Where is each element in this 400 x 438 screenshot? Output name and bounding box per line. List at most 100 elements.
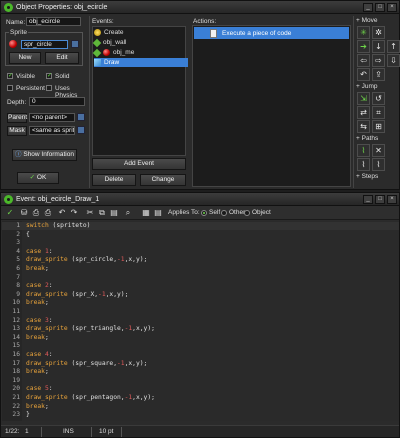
code-window-titlebar[interactable]: Event: obj_ecircle_Draw_1 _ □ ×	[1, 193, 399, 206]
reverse-horizontal-icon[interactable]: ⇨	[372, 54, 385, 67]
code-line[interactable]: 4 case 1:	[2, 248, 399, 256]
maximize-icon[interactable]: □	[375, 3, 385, 12]
mask-field[interactable]: <same as sprite>	[29, 126, 75, 135]
event-item-obj-wall[interactable]: obj_wall	[92, 38, 188, 47]
jump-to-start-icon[interactable]: ↺	[372, 92, 385, 105]
undo-icon[interactable]: ↶	[57, 208, 67, 218]
code-line[interactable]: 21 draw_sprite (spr_pentagon,-1,x,y);	[2, 394, 399, 402]
minimize-icon[interactable]: _	[363, 195, 373, 204]
visible-label: Visible	[16, 73, 36, 80]
path-speed-icon[interactable]: ⌇	[372, 158, 385, 171]
code-line[interactable]: 6 break;	[2, 265, 399, 273]
code-line[interactable]: 7	[2, 274, 399, 282]
delete-event-button[interactable]: Delete	[92, 174, 136, 186]
code-line[interactable]: 20 case 5:	[2, 385, 399, 393]
event-item-obj-me[interactable]: obj_me	[92, 48, 188, 57]
save-icon[interactable]: ⎙	[31, 208, 41, 218]
code-line[interactable]: 12 case 3:	[2, 317, 399, 325]
code-line[interactable]: 14 break;	[2, 334, 399, 342]
depth-field[interactable]: 0	[29, 97, 85, 106]
applies-to-other-radio[interactable]	[221, 210, 227, 216]
parent-picker-icon[interactable]	[77, 113, 85, 121]
move-towards-icon[interactable]: ➔	[357, 40, 370, 53]
paste-icon[interactable]: ▤	[109, 208, 119, 218]
set-path-icon[interactable]: ⌇	[357, 144, 370, 157]
show-information-button[interactable]: ⓘ Show Information	[12, 149, 77, 161]
path-position-icon[interactable]: ⌇	[357, 158, 370, 171]
find-icon[interactable]: ⌕	[123, 208, 133, 218]
print-icon[interactable]: ⎙	[43, 208, 53, 218]
close-icon[interactable]: ×	[387, 195, 397, 204]
solid-checkbox[interactable]: ✓	[46, 73, 52, 79]
move-free-icon[interactable]: ✲	[372, 26, 385, 39]
code-line[interactable]: 5 draw_sprite (spr_circle,-1,x,y);	[2, 256, 399, 264]
event-item-create[interactable]: Create	[94, 28, 188, 37]
name-field[interactable]: obj_ecircle	[26, 17, 81, 26]
mask-button[interactable]: Mask	[7, 126, 27, 136]
speed-horizontal-icon[interactable]: ↓	[372, 40, 385, 53]
code-line[interactable]: 2{	[2, 231, 399, 239]
redo-icon[interactable]: ↷	[69, 208, 79, 218]
set-friction-icon[interactable]: ↶	[357, 68, 370, 81]
align-to-grid-icon[interactable]: ⌗	[372, 106, 385, 119]
set-gravity-icon[interactable]: ⇦	[357, 54, 370, 67]
code-properties-icon[interactable]: ▤	[153, 208, 163, 218]
code-line[interactable]: 1 switch (spriteto)	[2, 222, 399, 230]
line-number: 13	[12, 325, 20, 333]
accept-icon[interactable]: ✓	[5, 208, 15, 218]
parent-button[interactable]: Parent	[7, 113, 27, 123]
actions-list[interactable]: Execute a piece of code	[192, 25, 351, 187]
visible-checkbox[interactable]: ✓	[7, 73, 13, 79]
object-window-titlebar[interactable]: Object Properties: obj_ecircle _ □ ×	[1, 1, 399, 14]
code-line[interactable]: 22 break;	[2, 403, 399, 411]
maximize-icon[interactable]: □	[375, 195, 385, 204]
line-number: 2	[16, 230, 20, 238]
code-toolbar: ✓ ⛁ ⎙ ⎙ ↶ ↷ ✂ ⧉ ▤ ⌕ ▦ ▤ Applies To: Self…	[1, 206, 399, 220]
wrap-screen-icon[interactable]: ⇆	[357, 120, 370, 133]
event-item-draw[interactable]: Draw	[94, 58, 188, 67]
move-to-contact-icon[interactable]: ⊞	[372, 120, 385, 133]
copy-icon[interactable]: ⧉	[97, 208, 107, 218]
speed-vertical-icon[interactable]: ↑	[387, 40, 400, 53]
ok-button[interactable]: ✓ OK	[17, 172, 59, 184]
uses-physics-checkbox[interactable]	[46, 85, 52, 91]
code-line[interactable]: 8 case 2:	[2, 282, 399, 290]
status-separator	[121, 427, 122, 437]
applies-to-object-radio[interactable]	[244, 210, 250, 216]
minimize-icon[interactable]: _	[363, 3, 373, 12]
add-event-button[interactable]: Add Event	[92, 158, 186, 170]
code-line[interactable]: 10 break;	[2, 299, 399, 307]
parent-field[interactable]: <no parent>	[29, 113, 75, 122]
sprite-picker-icon[interactable]	[71, 40, 79, 48]
code-line[interactable]: 16 case 4:	[2, 351, 399, 359]
code-line[interactable]: 18 break;	[2, 368, 399, 376]
check-syntax-icon[interactable]: ▦	[141, 208, 151, 218]
applies-to-self-radio[interactable]	[201, 210, 207, 216]
persistent-checkbox[interactable]	[7, 85, 13, 91]
code-line[interactable]: 23}	[2, 411, 399, 419]
change-event-button[interactable]: Change	[140, 174, 186, 186]
jump-to-position-icon[interactable]: ⇲	[357, 92, 370, 105]
events-list[interactable]: Create obj_wall obj_me Draw	[92, 26, 188, 156]
bounce-icon[interactable]: ⇪	[372, 68, 385, 81]
action-item-execute-code[interactable]: Execute a piece of code	[194, 27, 349, 39]
code-line[interactable]: 9 draw_sprite (spr_X,-1,x,y);	[2, 291, 399, 299]
code-line[interactable]: 15	[2, 342, 399, 350]
code-line[interactable]: 17 draw_sprite (spr_square,-1,x,y);	[2, 360, 399, 368]
move-fixed-icon[interactable]: ✳	[357, 26, 370, 39]
edit-sprite-button[interactable]: Edit	[45, 52, 79, 64]
code-editor[interactable]: 1 switch (spriteto) 2{3 4 case 1: 5 draw_sprit…	[2, 221, 399, 421]
new-sprite-button[interactable]: New	[9, 52, 41, 64]
reverse-vertical-icon[interactable]: ⇩	[387, 54, 400, 67]
code-line[interactable]: 11	[2, 308, 399, 316]
code-line[interactable]: 13 draw_sprite (spr_triangle,-1,x,y);	[2, 325, 399, 333]
end-path-icon[interactable]: ✕	[372, 144, 385, 157]
code-line[interactable]: 3	[2, 239, 399, 247]
jump-random-icon[interactable]: ⇄	[357, 106, 370, 119]
mask-picker-icon[interactable]	[77, 126, 85, 134]
code-line[interactable]: 19	[2, 377, 399, 385]
close-icon[interactable]: ×	[387, 3, 397, 12]
cut-icon[interactable]: ✂	[85, 208, 95, 218]
load-icon[interactable]: ⛁	[19, 208, 29, 218]
sprite-field[interactable]: spr_circle	[21, 40, 68, 49]
